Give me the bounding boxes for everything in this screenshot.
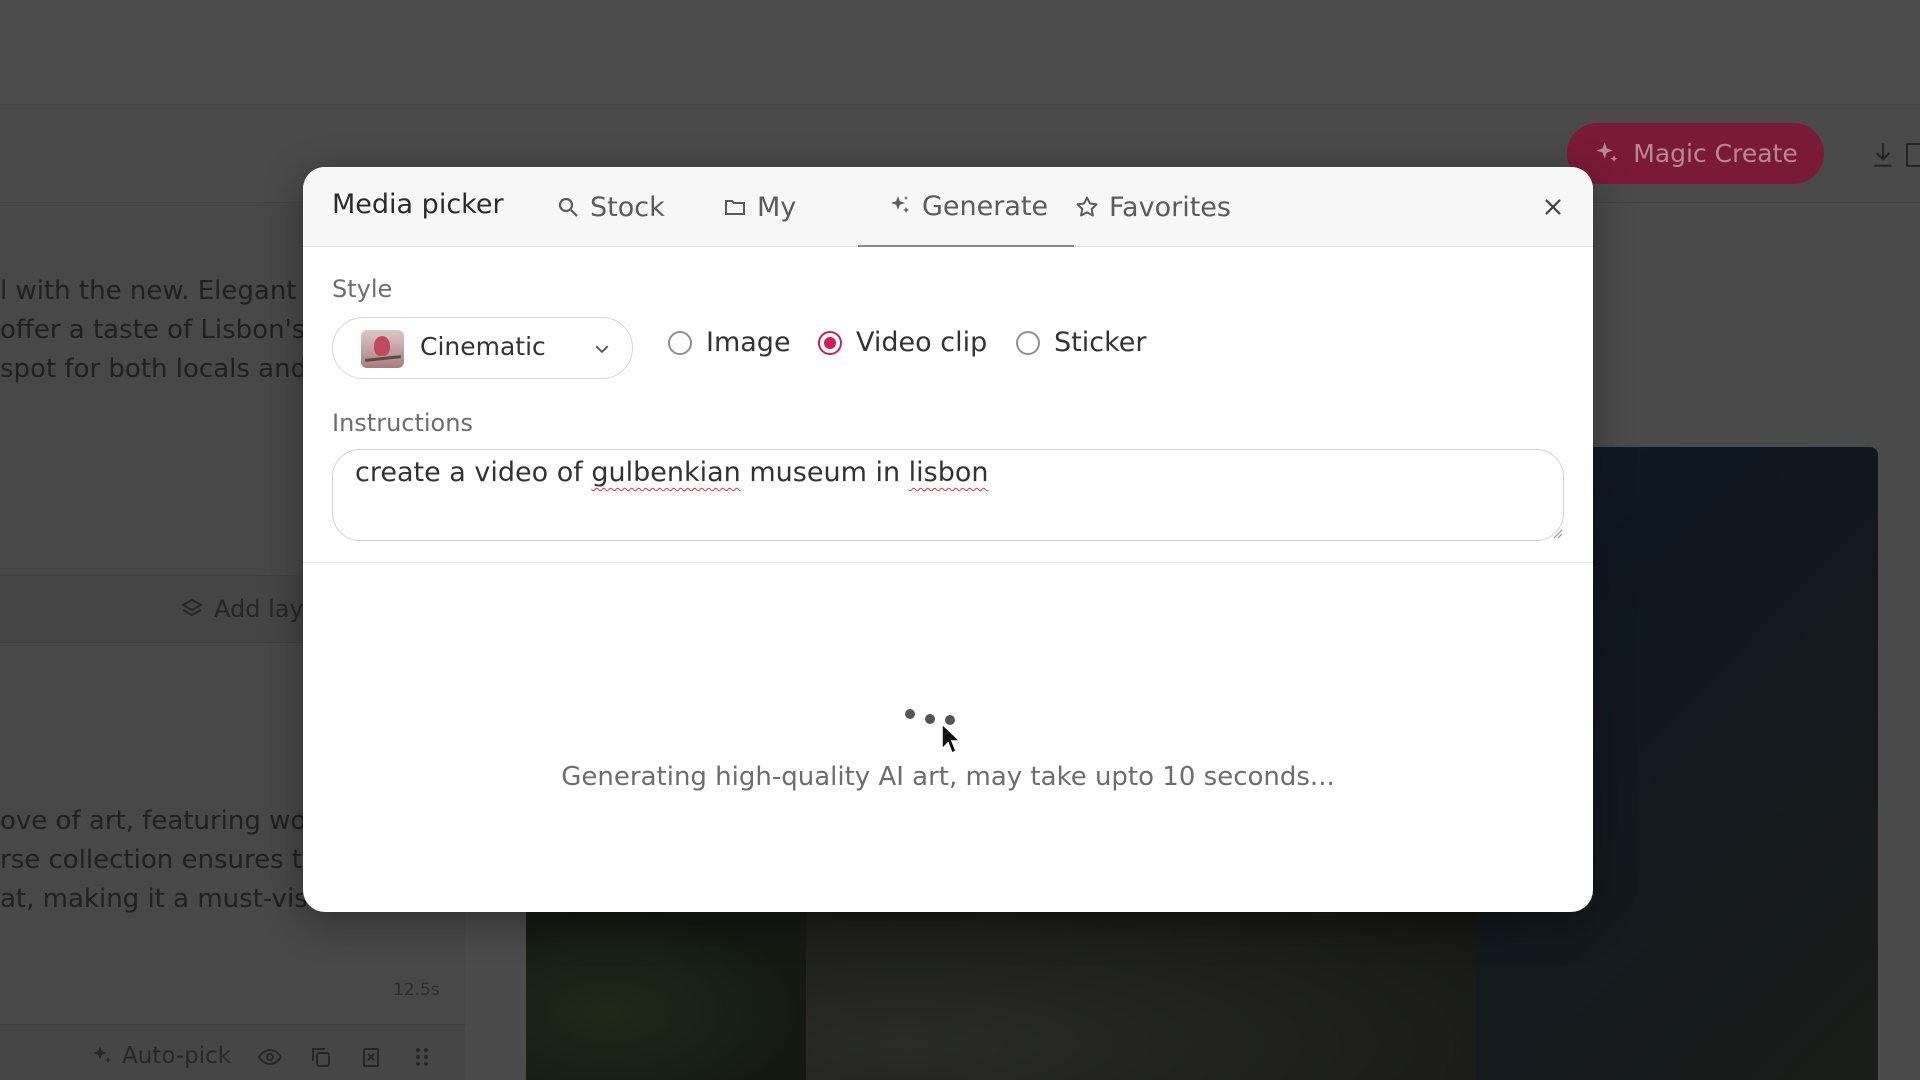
top-bar xyxy=(0,0,1920,105)
radio-circle-sticker[interactable] xyxy=(1016,330,1040,355)
divider xyxy=(303,562,1593,563)
chevron-down-icon xyxy=(595,345,609,354)
tab-my[interactable]: My xyxy=(723,167,796,247)
modal-header: Media picker Stock My Generate Favorites xyxy=(303,167,1593,247)
tab-generate[interactable]: Generate xyxy=(858,167,1074,247)
add-layer-button[interactable]: Add lay xyxy=(180,595,304,623)
style-value: Cinematic xyxy=(420,332,546,361)
auto-pick-button[interactable]: Auto-pick xyxy=(90,1043,231,1069)
close-button[interactable] xyxy=(1538,192,1568,222)
background-text-block-1: l with the new. Elegant offer a taste of… xyxy=(0,276,308,384)
resize-handle[interactable] xyxy=(1551,527,1563,539)
magic-create-button[interactable]: Magic Create xyxy=(1567,123,1824,184)
instructions-label: Instructions xyxy=(332,409,473,437)
modal-title: Media picker xyxy=(332,189,504,220)
tab-stock[interactable]: Stock xyxy=(556,167,665,247)
radio-sticker[interactable]: Sticker xyxy=(1016,327,1146,358)
layers-icon xyxy=(180,598,204,617)
instructions-textarea[interactable]: create a video of gulbenkian museum in l… xyxy=(332,449,1564,541)
app-root: Magic Create l with the new. Elegant off… xyxy=(0,0,1920,1080)
drag-handle-icon[interactable] xyxy=(410,1045,434,1069)
search-icon xyxy=(558,197,578,217)
radio-video-clip[interactable]: Video clip xyxy=(818,327,987,358)
close-icon xyxy=(1545,199,1561,215)
copy-icon[interactable] xyxy=(309,1045,333,1069)
generation-status: Generating high-quality AI art, may take… xyxy=(561,762,1335,792)
radio-circle-image[interactable] xyxy=(668,330,692,355)
tab-favorites[interactable]: Favorites xyxy=(1075,167,1231,247)
eye-icon[interactable] xyxy=(258,1045,282,1069)
sparkle-icon xyxy=(93,1046,111,1063)
sparkle-icon xyxy=(891,196,909,213)
delete-icon[interactable] xyxy=(359,1045,383,1069)
clip-duration: 12.5s xyxy=(393,980,440,1000)
radio-image[interactable]: Image xyxy=(668,327,791,358)
window-edge-icon xyxy=(1906,143,1920,167)
style-label: Style xyxy=(332,275,393,303)
folder-icon xyxy=(725,200,745,215)
download-icon[interactable] xyxy=(1870,140,1896,170)
radio-circle-video-clip[interactable] xyxy=(818,330,842,355)
mouse-cursor-icon xyxy=(941,722,962,755)
style-thumbnail xyxy=(361,330,404,368)
scene-tools-bar xyxy=(0,1024,465,1080)
style-select[interactable]: Cinematic xyxy=(332,317,633,379)
preview-image-trees xyxy=(526,910,806,1080)
background-text-block-2: ove of art, featuring wor rse collection… xyxy=(0,806,318,914)
star-icon xyxy=(1076,196,1098,217)
sparkle-icon xyxy=(1596,141,1618,162)
magic-create-label: Magic Create xyxy=(1633,139,1798,168)
media-picker-modal: Media picker Stock My Generate Favorites… xyxy=(303,167,1593,912)
